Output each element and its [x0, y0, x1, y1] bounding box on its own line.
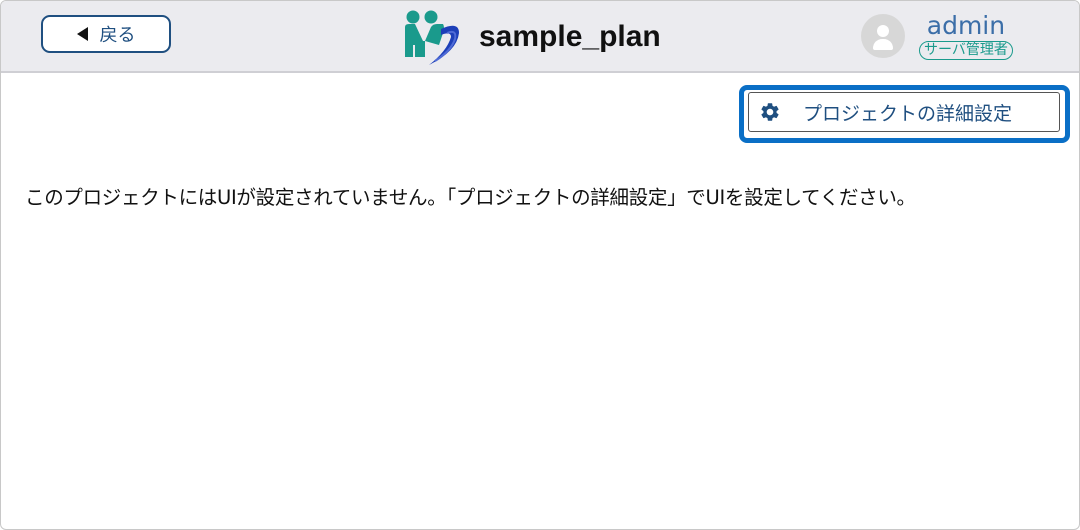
user-menu[interactable]: admin サーバ管理者: [861, 11, 1013, 61]
user-avatar-icon[interactable]: [861, 14, 905, 58]
project-settings-button[interactable]: プロジェクトの詳細設定: [748, 92, 1060, 132]
triangle-left-icon: [76, 27, 88, 41]
user-name: admin: [926, 11, 1006, 40]
top-bar: 戻る sample_plan admin サーバ管理者: [1, 1, 1079, 73]
gear-icon: [759, 101, 781, 123]
back-button[interactable]: 戻る: [41, 15, 171, 53]
project-settings-label: プロジェクトの詳細設定: [803, 102, 1013, 125]
app-logo-icon: [401, 7, 465, 67]
project-name: sample_plan: [479, 20, 661, 53]
no-ui-message: このプロジェクトにはUIが設定されていません。「プロジェクトの詳細設定」でUIを…: [25, 186, 916, 209]
app-window: 戻る sample_plan admin サーバ管理者 プロジェクトの詳細設定 …: [0, 0, 1080, 530]
role-badge: サーバ管理者: [919, 41, 1013, 60]
user-info: admin サーバ管理者: [919, 12, 1013, 60]
brand: sample_plan: [401, 7, 661, 67]
back-button-label: 戻る: [99, 25, 136, 46]
